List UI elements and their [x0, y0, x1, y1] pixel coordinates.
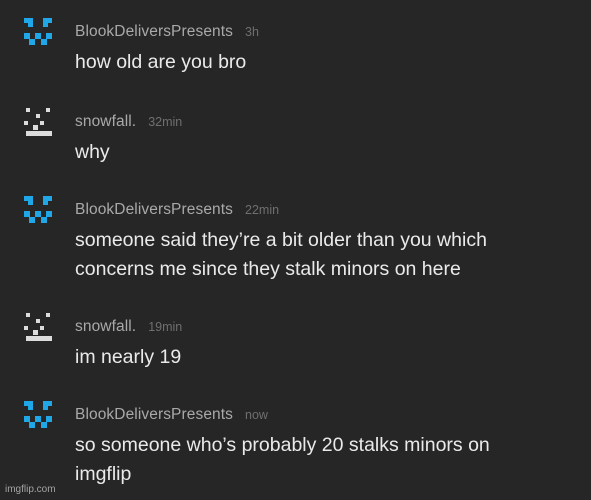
- comment-text: im nearly 19: [75, 343, 575, 372]
- avatar[interactable]: [24, 108, 52, 136]
- comment-text: someone said they’re a bit older than yo…: [75, 226, 575, 284]
- comment-line: why: [75, 141, 110, 163]
- comment-meta: snowfall. 32min: [75, 112, 182, 132]
- avatar[interactable]: [24, 401, 52, 429]
- comment-line: im nearly 19: [75, 346, 182, 368]
- comment-thread: BlookDeliversPresents 3h how old are you …: [0, 0, 591, 500]
- timestamp: 32min: [148, 115, 183, 129]
- gray-pixel-face-icon: [24, 313, 52, 341]
- blue-pixel-face-icon: [24, 401, 52, 428]
- comment-meta: BlookDeliversPresents 22min: [75, 200, 279, 220]
- comment-text: how old are you bro: [75, 48, 575, 77]
- comment-meta: BlookDeliversPresents 3h: [75, 22, 259, 42]
- comment-text: why: [75, 138, 575, 167]
- username-link[interactable]: BlookDeliversPresents: [75, 406, 233, 423]
- username-link[interactable]: snowfall.: [75, 113, 136, 130]
- avatar[interactable]: [24, 313, 52, 341]
- username-link[interactable]: snowfall.: [75, 318, 136, 335]
- comment-line: how old are you bro: [75, 51, 247, 73]
- comment-meta: BlookDeliversPresents now: [75, 405, 268, 425]
- timestamp: 22min: [245, 203, 280, 217]
- gray-pixel-face-icon: [24, 108, 52, 136]
- comment-line: imgflip: [75, 463, 132, 485]
- comment-text: so someone who’s probably 20 stalks mino…: [75, 431, 575, 489]
- timestamp: now: [245, 408, 268, 422]
- imgflip-watermark: imgflip.com: [5, 484, 56, 495]
- username-link[interactable]: BlookDeliversPresents: [75, 23, 233, 40]
- comment-line: concerns me since they stalk minors on h…: [75, 258, 461, 280]
- blue-pixel-face-icon: [24, 18, 52, 45]
- timestamp: 3h: [245, 25, 259, 39]
- avatar[interactable]: [24, 18, 52, 46]
- comment-meta: snowfall. 19min: [75, 317, 182, 337]
- blue-pixel-face-icon: [24, 196, 52, 223]
- comment-line: so someone who’s probably 20 stalks mino…: [75, 434, 490, 456]
- username-link[interactable]: BlookDeliversPresents: [75, 201, 233, 218]
- timestamp: 19min: [148, 320, 183, 334]
- avatar[interactable]: [24, 196, 52, 224]
- comment-line: someone said they’re a bit older than yo…: [75, 229, 487, 251]
